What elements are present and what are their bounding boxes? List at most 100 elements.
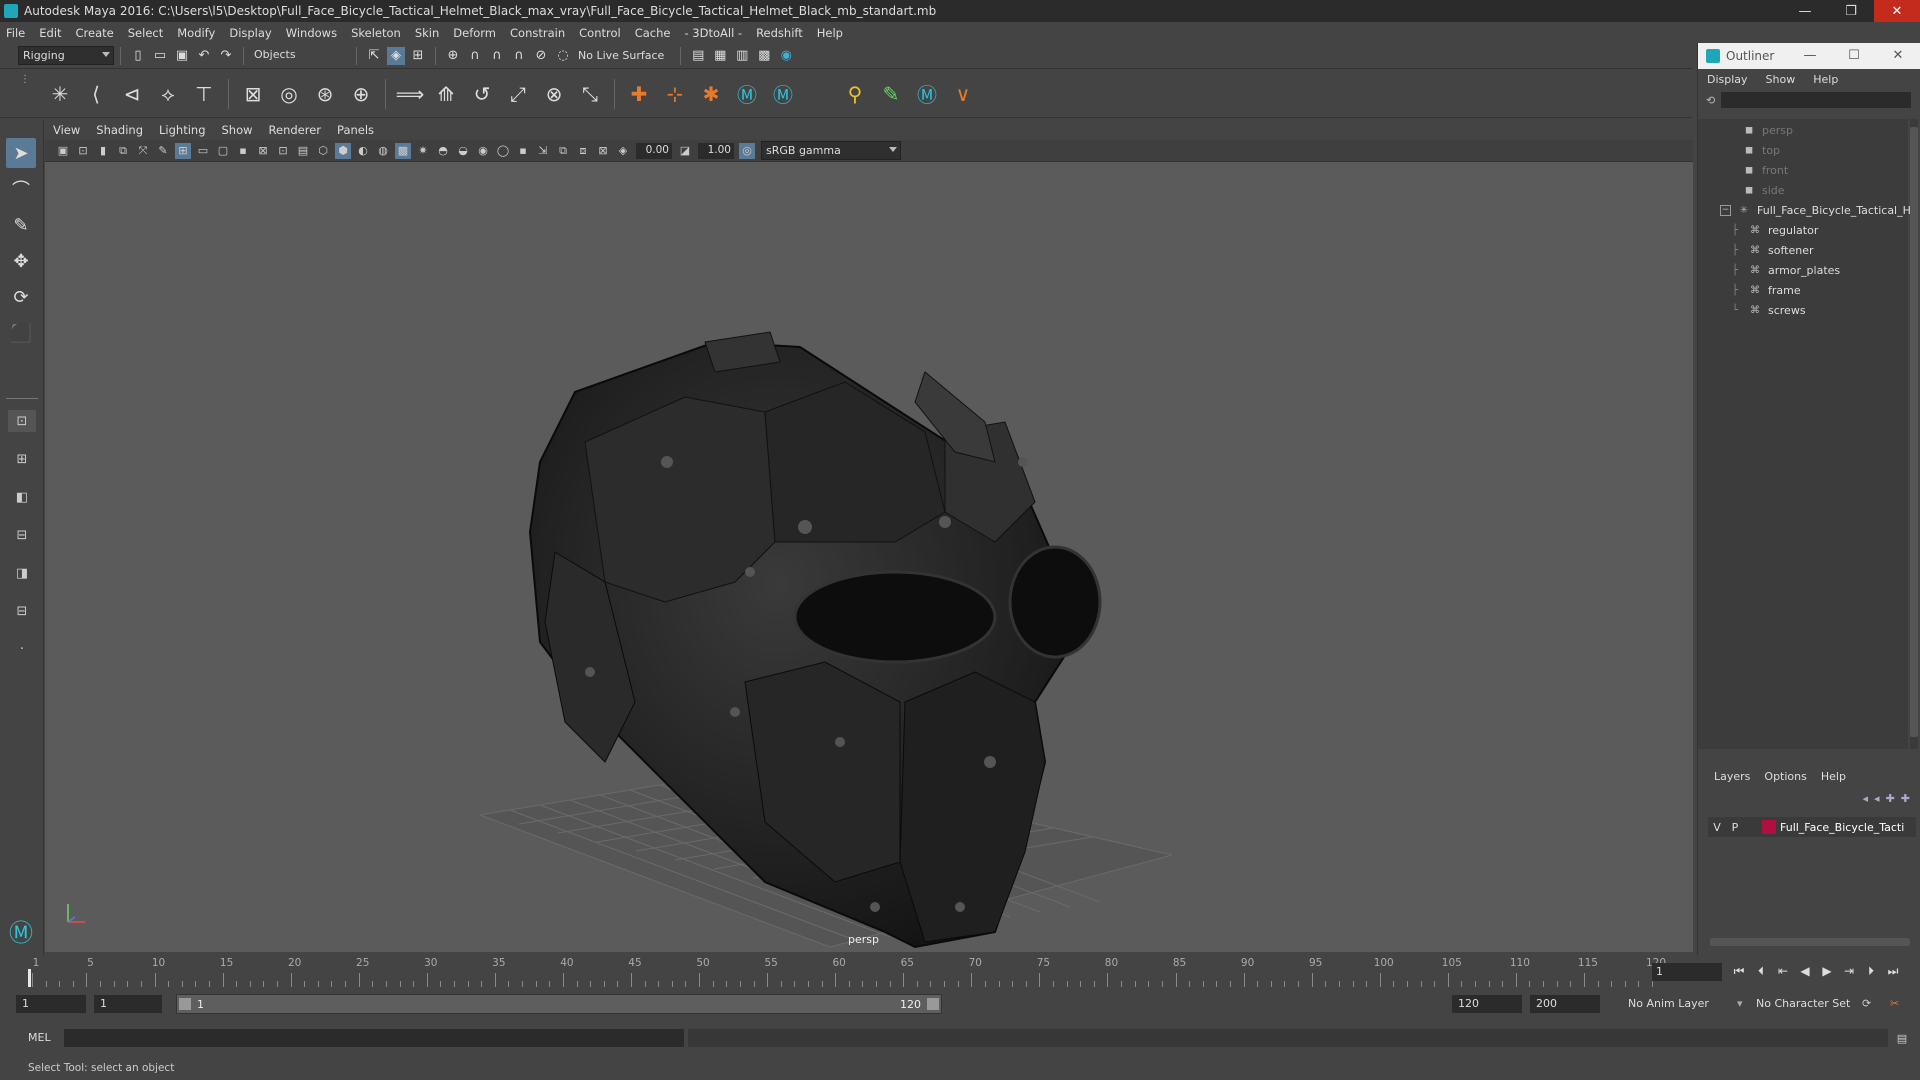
- default-material-icon[interactable]: ◐: [355, 143, 371, 159]
- use-all-lights-icon[interactable]: ✷: [415, 143, 431, 159]
- screen-space-ao-icon[interactable]: ◒: [455, 143, 471, 159]
- grease-pencil-icon[interactable]: ✎: [155, 143, 171, 159]
- paint-select-icon[interactable]: ✎: [6, 210, 36, 240]
- render-view-icon[interactable]: ▦: [711, 47, 729, 65]
- mocap-icon[interactable]: Ⓜ: [912, 79, 942, 109]
- film-gate-icon[interactable]: ▭: [195, 143, 211, 159]
- camera-select-icon[interactable]: ▣: [55, 143, 71, 159]
- ik-handle-icon[interactable]: ⟨: [81, 79, 111, 109]
- paint-weights-icon[interactable]: ↺: [467, 79, 497, 109]
- anim-layer-dropdown[interactable]: No Anim Layer: [1628, 997, 1709, 1010]
- animation-start-field[interactable]: 1: [16, 995, 86, 1013]
- bookmark-icon[interactable]: ▮: [95, 143, 111, 159]
- viewport-menu-lighting[interactable]: Lighting: [159, 123, 205, 137]
- menu-deform[interactable]: Deform: [453, 26, 496, 40]
- outliner-item-screws[interactable]: └ ⌘ screws: [1728, 300, 1806, 320]
- play-forwards-icon[interactable]: ▶: [1816, 961, 1838, 981]
- open-scene-icon[interactable]: ▭: [151, 47, 169, 65]
- gamma-icon[interactable]: ◪: [677, 143, 693, 159]
- select-mode-dropdown[interactable]: Objects: [250, 46, 350, 65]
- persp-outliner-icon[interactable]: ◧: [8, 486, 36, 508]
- step-forward-key-icon[interactable]: ⇥: [1838, 961, 1860, 981]
- go-to-end-icon[interactable]: ⏭: [1882, 961, 1904, 981]
- outliner-item-helmet-group[interactable]: − ✳ Full_Face_Bicycle_Tactical_He: [1720, 200, 1918, 220]
- move-layer-down-icon[interactable]: ◂: [1874, 792, 1880, 805]
- lattice-icon[interactable]: ⊠: [238, 79, 268, 109]
- layer-color-swatch[interactable]: [1762, 820, 1776, 834]
- render-settings-icon[interactable]: ▩: [755, 47, 773, 65]
- layout-menu-icon[interactable]: ·: [8, 638, 36, 660]
- maximize-button[interactable]: ❐: [1828, 0, 1874, 22]
- shadows-icon[interactable]: ◓: [435, 143, 451, 159]
- perspective-viewport[interactable]: persp: [45, 162, 1693, 952]
- render-current-icon[interactable]: ▤: [689, 47, 707, 65]
- viewport-menu-panels[interactable]: Panels: [337, 123, 374, 137]
- snap-point-icon[interactable]: ∩: [488, 47, 506, 65]
- save-scene-icon[interactable]: ▣: [173, 47, 191, 65]
- menu-constrain[interactable]: Constrain: [510, 26, 565, 40]
- select-hierarchy-icon[interactable]: ⇱: [365, 47, 383, 65]
- point-constraint-icon[interactable]: ✚: [624, 79, 654, 109]
- outliner-item-frame[interactable]: ├ ⌘ frame: [1728, 280, 1801, 300]
- close-button[interactable]: ✕: [1874, 0, 1920, 22]
- single-view-icon[interactable]: ⊡: [8, 410, 36, 432]
- scale-tool-icon[interactable]: ⬛: [6, 318, 36, 348]
- script-language-label[interactable]: MEL: [28, 1031, 51, 1044]
- xray-active-icon[interactable]: ⊠: [595, 143, 611, 159]
- 2d-pan-icon[interactable]: ⤧: [135, 143, 151, 159]
- gate-mask-icon[interactable]: ▪: [235, 143, 251, 159]
- depth-of-field-icon[interactable]: ▪: [515, 143, 531, 159]
- select-tool-icon[interactable]: ➤: [6, 138, 36, 168]
- outliner-minimize-button[interactable]: —: [1788, 43, 1832, 69]
- minimize-button[interactable]: —: [1782, 0, 1828, 22]
- snap-curve-icon[interactable]: ∩: [466, 47, 484, 65]
- new-layer-selected-icon[interactable]: ✚: [1901, 792, 1910, 805]
- playback-end-field[interactable]: 120: [1452, 995, 1522, 1013]
- bind-skin-icon[interactable]: ⟹: [395, 79, 425, 109]
- copy-weights-icon[interactable]: ⤡: [575, 79, 605, 109]
- textured-icon[interactable]: ▩: [395, 142, 411, 159]
- layer-row[interactable]: V P Full_Face_Bicycle_Tacti: [1708, 817, 1916, 837]
- go-to-start-icon[interactable]: ⏮: [1728, 961, 1750, 981]
- aim-constraint-icon[interactable]: ⊹: [660, 79, 690, 109]
- viewport-menu-shading[interactable]: Shading: [96, 123, 143, 137]
- menu-display[interactable]: Display: [229, 26, 271, 40]
- outliner-menu-help[interactable]: Help: [1813, 73, 1838, 86]
- time-slider[interactable]: 1 5 10 15 20 25 30 35 40 45 50 55 60 65 70 75 80 85 90 95 10…: [0, 955, 1920, 987]
- anti-aliasing-icon[interactable]: ◯: [495, 143, 511, 159]
- move-tool-icon[interactable]: ✥: [6, 246, 36, 276]
- gamma-field[interactable]: 1.00: [698, 142, 734, 159]
- orient-constraint-icon[interactable]: ✱: [696, 79, 726, 109]
- select-component-icon[interactable]: ⊞: [409, 47, 427, 65]
- influence-icon[interactable]: ⤢: [503, 79, 533, 109]
- outliner-item-armor-plates[interactable]: ├ ⌘ armor_plates: [1728, 260, 1840, 280]
- new-scene-icon[interactable]: ▯: [129, 47, 147, 65]
- ik-spline-icon[interactable]: ⊲: [117, 79, 147, 109]
- wrap-icon[interactable]: ⊛: [310, 79, 340, 109]
- hypershade-icon[interactable]: ◉: [777, 47, 795, 65]
- menu-redshift[interactable]: Redshift: [756, 26, 803, 40]
- outliner-item-regulator[interactable]: ├ ⌘ regulator: [1728, 220, 1818, 240]
- outliner-maximize-button[interactable]: ☐: [1832, 43, 1876, 69]
- redo-icon[interactable]: ↷: [217, 47, 235, 65]
- wireframe-icon[interactable]: ⬡: [315, 143, 331, 159]
- outliner-item-front[interactable]: ◼ front: [1742, 160, 1788, 180]
- mirror-weights-icon[interactable]: ⊗: [539, 79, 569, 109]
- menu-modify[interactable]: Modify: [177, 26, 215, 40]
- step-forward-frame-icon[interactable]: ⏵: [1860, 961, 1882, 981]
- menu-skeleton[interactable]: Skeleton: [351, 26, 401, 40]
- detach-skin-icon[interactable]: ⟰: [431, 79, 461, 109]
- xray-icon[interactable]: ⧉: [555, 143, 571, 159]
- menu-3dtoall[interactable]: - 3DtoAll -: [684, 26, 742, 40]
- color-space-dropdown[interactable]: sRGB gamma: [761, 141, 901, 160]
- exposure-field[interactable]: 0.00: [636, 142, 672, 159]
- xray-joints-icon[interactable]: ⧈: [575, 143, 591, 159]
- layer-playback-toggle[interactable]: P: [1726, 821, 1744, 834]
- outliner-vertical-scrollbar[interactable]: [1910, 119, 1918, 749]
- collapse-icon[interactable]: −: [1720, 204, 1731, 216]
- camera-attr-icon[interactable]: ⊡: [75, 143, 91, 159]
- layer-menu-help[interactable]: Help: [1821, 770, 1846, 783]
- color-management-icon[interactable]: ◎: [739, 142, 755, 159]
- undo-icon[interactable]: ↶: [195, 47, 213, 65]
- command-input[interactable]: [64, 1029, 684, 1047]
